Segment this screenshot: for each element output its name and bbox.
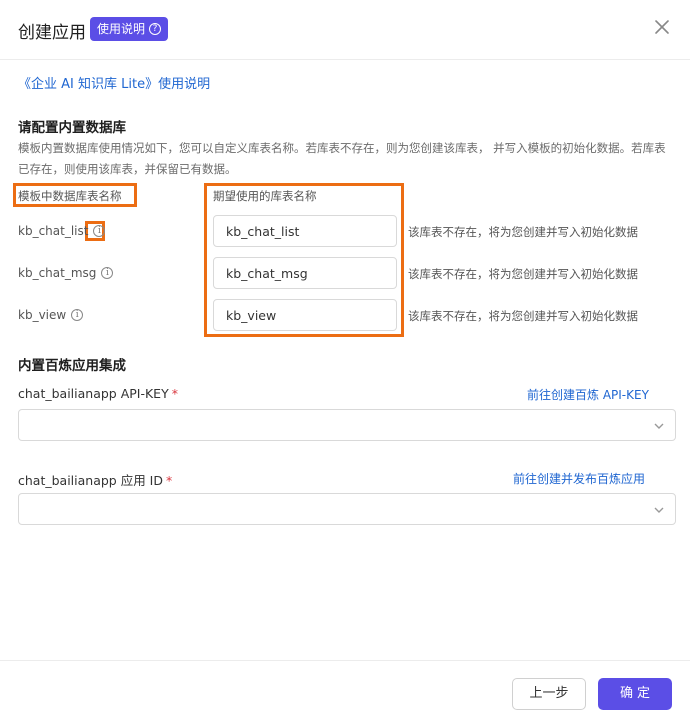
table-row-label: kb_chat_msg i — [18, 266, 114, 280]
info-icon[interactable]: i — [93, 225, 106, 237]
create-app-link[interactable]: 前往创建并发布百炼应用 — [513, 470, 645, 487]
row-name: kb_chat_list — [18, 224, 89, 238]
app-id-select[interactable] — [18, 493, 676, 525]
row-status: 该库表不存在，将为您创建并写入初始化数据 — [408, 225, 638, 239]
app-section-title: 内置百炼应用集成 — [18, 358, 126, 374]
close-icon[interactable] — [651, 16, 673, 38]
confirm-button[interactable]: 确定 — [598, 678, 672, 710]
table-row-label: kb_chat_list i — [18, 224, 106, 238]
create-app-dialog: 创建应用 使用说明 ? 《企业 AI 知识库 Lite》使用说明 请配置内置数据… — [0, 0, 690, 715]
db-section-description: 模板内置数据库使用情况如下，您可以自定义库表名称。若库表不存在，则为您创建该库表… — [18, 141, 666, 176]
row-name: kb_view — [18, 308, 67, 322]
dialog-footer — [0, 660, 690, 715]
row-status: 该库表不存在，将为您创建并写入初始化数据 — [408, 309, 638, 323]
help-badge[interactable]: 使用说明 ? — [90, 17, 169, 41]
app-id-label-text: chat_bailianapp 应用 ID — [18, 473, 163, 488]
prev-step-button[interactable]: 上一步 — [512, 678, 586, 710]
col-expected-label: 期望使用的库表名称 — [213, 189, 317, 203]
table-name-input[interactable] — [213, 257, 397, 289]
doc-link[interactable]: 《企业 AI 知识库 Lite》使用说明 — [18, 73, 210, 92]
row-name: kb_chat_msg — [18, 266, 97, 280]
required-mark: * — [166, 473, 173, 488]
app-id-label: chat_bailianapp 应用 ID * — [18, 470, 172, 489]
chevron-down-icon — [654, 423, 664, 429]
api-key-select[interactable] — [18, 409, 676, 441]
info-icon[interactable]: i — [71, 309, 84, 321]
db-section-title: 请配置内置数据库 — [18, 120, 126, 136]
dialog-title: 创建应用 — [18, 23, 86, 43]
table-name-input[interactable] — [213, 299, 397, 331]
question-circle-icon: ? — [149, 23, 162, 35]
info-icon[interactable]: i — [101, 267, 114, 279]
chevron-down-icon — [654, 507, 664, 513]
help-badge-label: 使用说明 — [97, 22, 146, 36]
create-api-key-link[interactable]: 前往创建百炼 API-KEY — [527, 386, 649, 403]
col-template-label: 模板中数据库表名称 — [18, 189, 122, 203]
row-status: 该库表不存在，将为您创建并写入初始化数据 — [408, 267, 638, 281]
table-row-label: kb_view i — [18, 308, 84, 322]
api-key-label-text: chat_bailianapp API-KEY — [18, 386, 169, 401]
dialog-header: 创建应用 使用说明 ? — [0, 0, 690, 60]
api-key-label: chat_bailianapp API-KEY * — [18, 386, 178, 401]
table-name-input[interactable] — [213, 215, 397, 247]
required-mark: * — [171, 386, 178, 401]
